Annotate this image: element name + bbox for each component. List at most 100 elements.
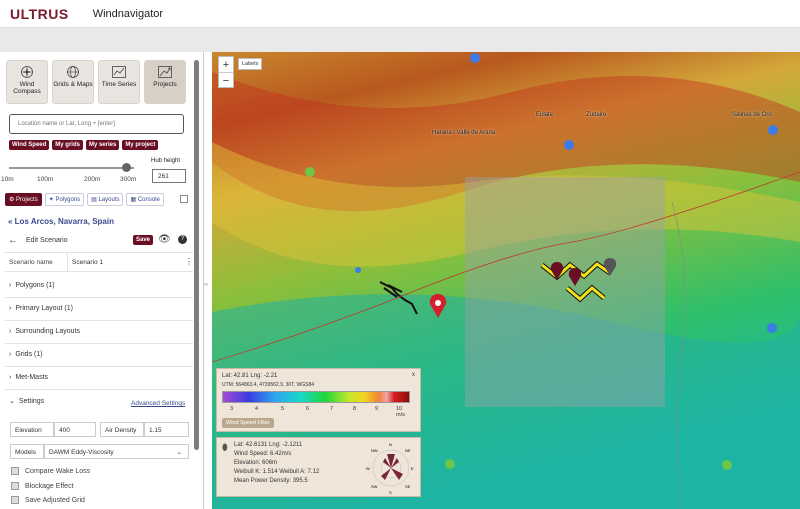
projects-button[interactable]: Projects [144,60,186,104]
panel-scrollbar[interactable] [194,60,199,450]
wind-compass-button[interactable]: Wind Compass [6,60,48,104]
project-grid-overlay [465,177,665,407]
checkbox-box[interactable] [11,482,19,490]
map-place-label: Eulate [536,112,554,118]
section-label: Settings [18,398,45,405]
tab-projects[interactable]: ⚙ Projects [5,193,42,206]
save-button[interactable]: Save [133,235,154,245]
tab-label: Layouts [98,197,120,203]
time-series-button[interactable]: Time Series [98,60,140,104]
hub-height-label: Hub height [151,158,181,164]
wind-speed-legend [222,391,410,403]
back-arrow-icon[interactable]: ← [8,235,18,246]
air-density-input[interactable]: 1.15 [144,422,189,437]
rose-label: SW [371,484,378,489]
section-surrounding-layouts[interactable]: › Surrounding Layouts [5,322,193,344]
met-mast-marker[interactable] [768,125,778,135]
chip-my-series[interactable]: My series [85,140,120,150]
chip-my-project[interactable]: My project [122,140,159,150]
rose-label: SE [405,484,411,489]
slider-handle[interactable] [122,163,131,172]
save-adjusted-grid-checkbox[interactable]: Save Adjusted Grid [11,496,85,504]
panel-menu-icon[interactable] [180,195,188,203]
met-mast-marker[interactable] [722,460,732,470]
rose-label: NW [371,448,378,453]
chevron-right-icon: › [9,374,12,381]
elevation-input[interactable]: 400 [54,422,96,437]
map-pin-icon: ⬮ [222,442,228,452]
section-met-masts[interactable]: › Met-Masts [5,368,193,390]
location-search-input[interactable]: Location name or Lat, Long + [enter] [9,114,184,134]
point-info-popup: ⬮ Lat: 42.6131 Lng: -2.1211 Wind Speed: … [216,437,421,497]
chip-my-grids[interactable]: My grids [52,140,83,150]
chart-icon [112,66,126,78]
section-grids[interactable]: › Grids (1) [5,345,193,367]
scenario-name-row: Scenario name Scenario 1 ⋮ [5,252,193,272]
met-mast-marker[interactable] [767,323,777,333]
breadcrumb[interactable]: « Los Arcos, Navarra, Spain [8,217,114,226]
zoom-control: + − [218,56,234,88]
zoom-out-button[interactable]: − [219,73,233,89]
section-label: Primary Layout (1) [15,305,73,312]
checkbox-box[interactable] [11,467,19,475]
section-primary-layout[interactable]: › Primary Layout (1) [5,299,193,321]
eye-icon[interactable]: 👁 [158,234,171,245]
tab-label: Projects [16,197,38,203]
wind-speed-filter-button[interactable]: Wind Speed Filter [222,418,274,428]
legend-tick: 7 [330,406,334,412]
labels-toggle-button[interactable]: Labels [238,58,263,70]
met-mast-marker[interactable] [564,140,574,150]
help-icon[interactable]: ? [178,235,187,244]
tab-console[interactable]: ▦ Console [126,193,164,206]
tool-label: Grids & Maps [53,81,93,88]
zoom-in-button[interactable]: + [219,57,233,73]
point-coords: Lat: 42.6131 Lng: -2.1211 [234,442,303,448]
toolbar-band [0,28,800,52]
section-label: Polygons (1) [15,282,55,289]
tab-label: Console [137,197,160,203]
compare-wake-loss-checkbox[interactable]: Compare Wake Loss [11,467,90,475]
legend-tick: 6 [306,406,310,412]
wind-info-popup: Lat: 42.81 Lng: -2.21 UTM: 564863.4, 473… [216,368,421,432]
section-label: Surrounding Layouts [15,328,80,335]
map-place-label: Salinas de Oro [732,112,772,118]
advanced-settings-link[interactable]: Advanced Settings [131,400,185,407]
point-wind-speed: Wind Speed: 6.42m/s [234,451,292,457]
chevron-right-icon: › [9,328,12,335]
checkbox-box[interactable] [11,496,19,504]
chevron-right-icon: › [9,305,12,312]
tab-layouts[interactable]: ▤ Layouts [87,193,124,206]
chevron-right-icon: › [9,282,12,289]
app-title: Windnavigator [92,7,164,20]
blockage-effect-checkbox[interactable]: Blockage Effect [11,482,74,490]
met-mast-marker[interactable] [470,53,480,63]
ultrus-logo[interactable]: ULTRUS [10,6,69,22]
air-density-label: Air Density [100,422,144,437]
met-mast-marker[interactable] [445,459,455,469]
edit-scenario-header: ← Edit Scenario Save 👁 ? [8,234,192,248]
chip-wind-speed[interactable]: Wind Speed [9,140,50,150]
more-options-icon[interactable]: ⋮ [185,257,193,266]
tick-label: 300m [120,176,137,183]
grids-maps-button[interactable]: Grids & Maps [52,60,94,104]
met-mast-marker[interactable] [355,267,361,273]
collapse-panel-icon[interactable]: ‹› [204,282,208,288]
tool-label: Projects [153,81,177,88]
met-mast-marker[interactable] [305,167,315,177]
scenario-name-input[interactable]: Scenario 1 [67,253,179,272]
tool-buttons: Wind Compass Grids & Maps Time Series Pr… [6,60,186,104]
point-weibull: Weibull K: 1.514 Weibull A: 7.12 [234,469,320,475]
wind-info-coords: Lat: 42.81 Lng: -2.21 [222,373,278,379]
legend-tick: 5 [281,406,285,412]
models-select[interactable]: DAWM Eddy-Viscosity ⌄ [44,444,189,459]
hub-height-input[interactable]: 261 [152,169,186,183]
close-icon[interactable]: x [412,372,415,378]
legend-tick: 9 [375,406,379,412]
map-place-label: Harana / Valle de Arana [432,130,496,136]
models-label: Models [10,444,44,459]
section-polygons[interactable]: › Polygons (1) [5,276,193,298]
tab-polygons[interactable]: ✦ Polygons [44,193,85,206]
point-elevation: Elevation: 606m [234,460,278,466]
models-value: DAWM Eddy-Viscosity [49,449,114,456]
hub-height-slider[interactable] [9,162,149,174]
